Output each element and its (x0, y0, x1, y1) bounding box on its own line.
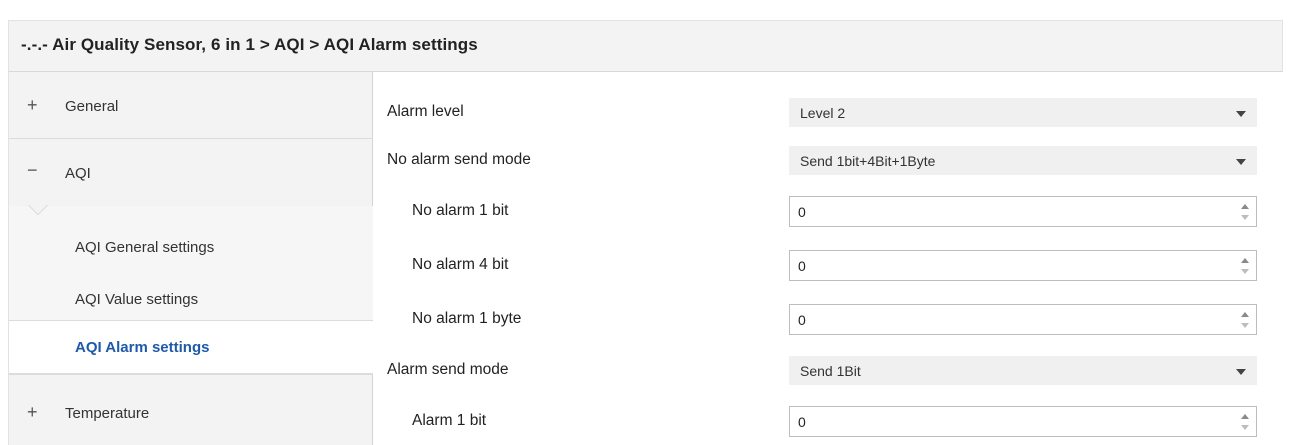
sidebar-subitem-aqi-alarm-settings[interactable]: AQI Alarm settings (9, 320, 373, 374)
no-alarm-1-bit-stepper[interactable] (789, 196, 1257, 227)
no-alarm-send-mode-dropdown[interactable]: Send 1bit+4Bit+1Byte (789, 146, 1257, 175)
param-label: No alarm send mode (387, 151, 531, 168)
header-bar: -.-.- Air Quality Sensor, 6 in 1 > AQI >… (8, 20, 1283, 72)
expand-plus-icon[interactable]: + (27, 95, 38, 116)
param-row-no-alarm-1-byte: No alarm 1 byte (373, 301, 1283, 337)
no-alarm-4-bit-input[interactable] (798, 256, 1218, 276)
spinner-arrows (1240, 412, 1250, 432)
sidebar-subitem-label: AQI General settings (75, 239, 215, 256)
param-label: Alarm level (387, 103, 464, 120)
alarm-1-bit-stepper[interactable] (789, 406, 1257, 437)
spinner-down-icon[interactable] (1240, 213, 1250, 222)
dropdown-value: Send 1Bit (800, 363, 861, 379)
no-alarm-4-bit-stepper[interactable] (789, 250, 1257, 281)
spinner-up-icon[interactable] (1240, 412, 1250, 421)
alarm-level-dropdown[interactable]: Level 2 (789, 98, 1257, 127)
dropdown-value: Level 2 (800, 105, 846, 121)
sidebar-subitems: AQI General settings AQI Value settings … (9, 206, 373, 374)
breadcrumb-title: -.-.- Air Quality Sensor, 6 in 1 > AQI >… (21, 35, 478, 54)
dropdown-value: Send 1bit+4Bit+1Byte (800, 153, 936, 169)
spinner-arrows (1240, 310, 1250, 330)
sidebar-item-label: General (65, 98, 119, 115)
chevron-down-icon[interactable] (1236, 369, 1246, 375)
no-alarm-1-byte-stepper[interactable] (789, 304, 1257, 335)
param-row-no-alarm-send-mode: No alarm send mode Send 1bit+4Bit+1Byte (373, 142, 1283, 178)
spinner-down-icon[interactable] (1240, 321, 1250, 330)
sidebar-item-aqi[interactable]: − AQI (9, 139, 373, 206)
spinner-up-icon[interactable] (1240, 202, 1250, 211)
parameter-panel: Alarm level Level 2 No alarm send mode S… (373, 72, 1283, 445)
alarm-send-mode-dropdown[interactable]: Send 1Bit (789, 356, 1257, 385)
sidebar-item-label: Temperature (65, 405, 150, 422)
param-label: No alarm 1 byte (412, 310, 522, 327)
spinner-arrows (1240, 202, 1250, 222)
sidebar: + General − AQI AQI General settings AQI… (8, 72, 373, 445)
sidebar-subitem-aqi-value-settings[interactable]: AQI Value settings (9, 262, 373, 318)
param-label: Alarm 1 bit (412, 412, 487, 429)
param-row-no-alarm-1-bit: No alarm 1 bit (373, 193, 1283, 229)
sidebar-item-temperature[interactable]: + Temperature (9, 374, 373, 445)
param-row-no-alarm-4-bit: No alarm 4 bit (373, 247, 1283, 283)
spinner-down-icon[interactable] (1240, 267, 1250, 276)
sidebar-item-label: AQI (65, 165, 91, 182)
collapse-minus-icon[interactable]: − (27, 160, 38, 181)
no-alarm-1-byte-input[interactable] (798, 310, 1218, 330)
sidebar-item-general[interactable]: + General (9, 72, 373, 139)
param-label: No alarm 4 bit (412, 256, 509, 273)
param-row-alarm-send-mode: Alarm send mode Send 1Bit (373, 352, 1283, 388)
spinner-arrows (1240, 256, 1250, 276)
spinner-up-icon[interactable] (1240, 310, 1250, 319)
spinner-down-icon[interactable] (1240, 423, 1250, 432)
sidebar-subitem-aqi-general-settings[interactable]: AQI General settings (9, 206, 373, 262)
param-row-alarm-level: Alarm level Level 2 (373, 94, 1283, 130)
expand-plus-icon[interactable]: + (27, 402, 38, 423)
param-label: Alarm send mode (387, 361, 509, 378)
spinner-up-icon[interactable] (1240, 256, 1250, 265)
param-label: No alarm 1 bit (412, 202, 509, 219)
chevron-down-icon[interactable] (1236, 159, 1246, 165)
alarm-1-bit-input[interactable] (798, 412, 1218, 432)
sidebar-subitem-label: AQI Alarm settings (75, 339, 210, 356)
sidebar-subitem-label: AQI Value settings (75, 291, 199, 308)
chevron-down-icon[interactable] (1236, 111, 1246, 117)
param-row-alarm-1-bit: Alarm 1 bit (373, 403, 1283, 439)
no-alarm-1-bit-input[interactable] (798, 202, 1218, 222)
